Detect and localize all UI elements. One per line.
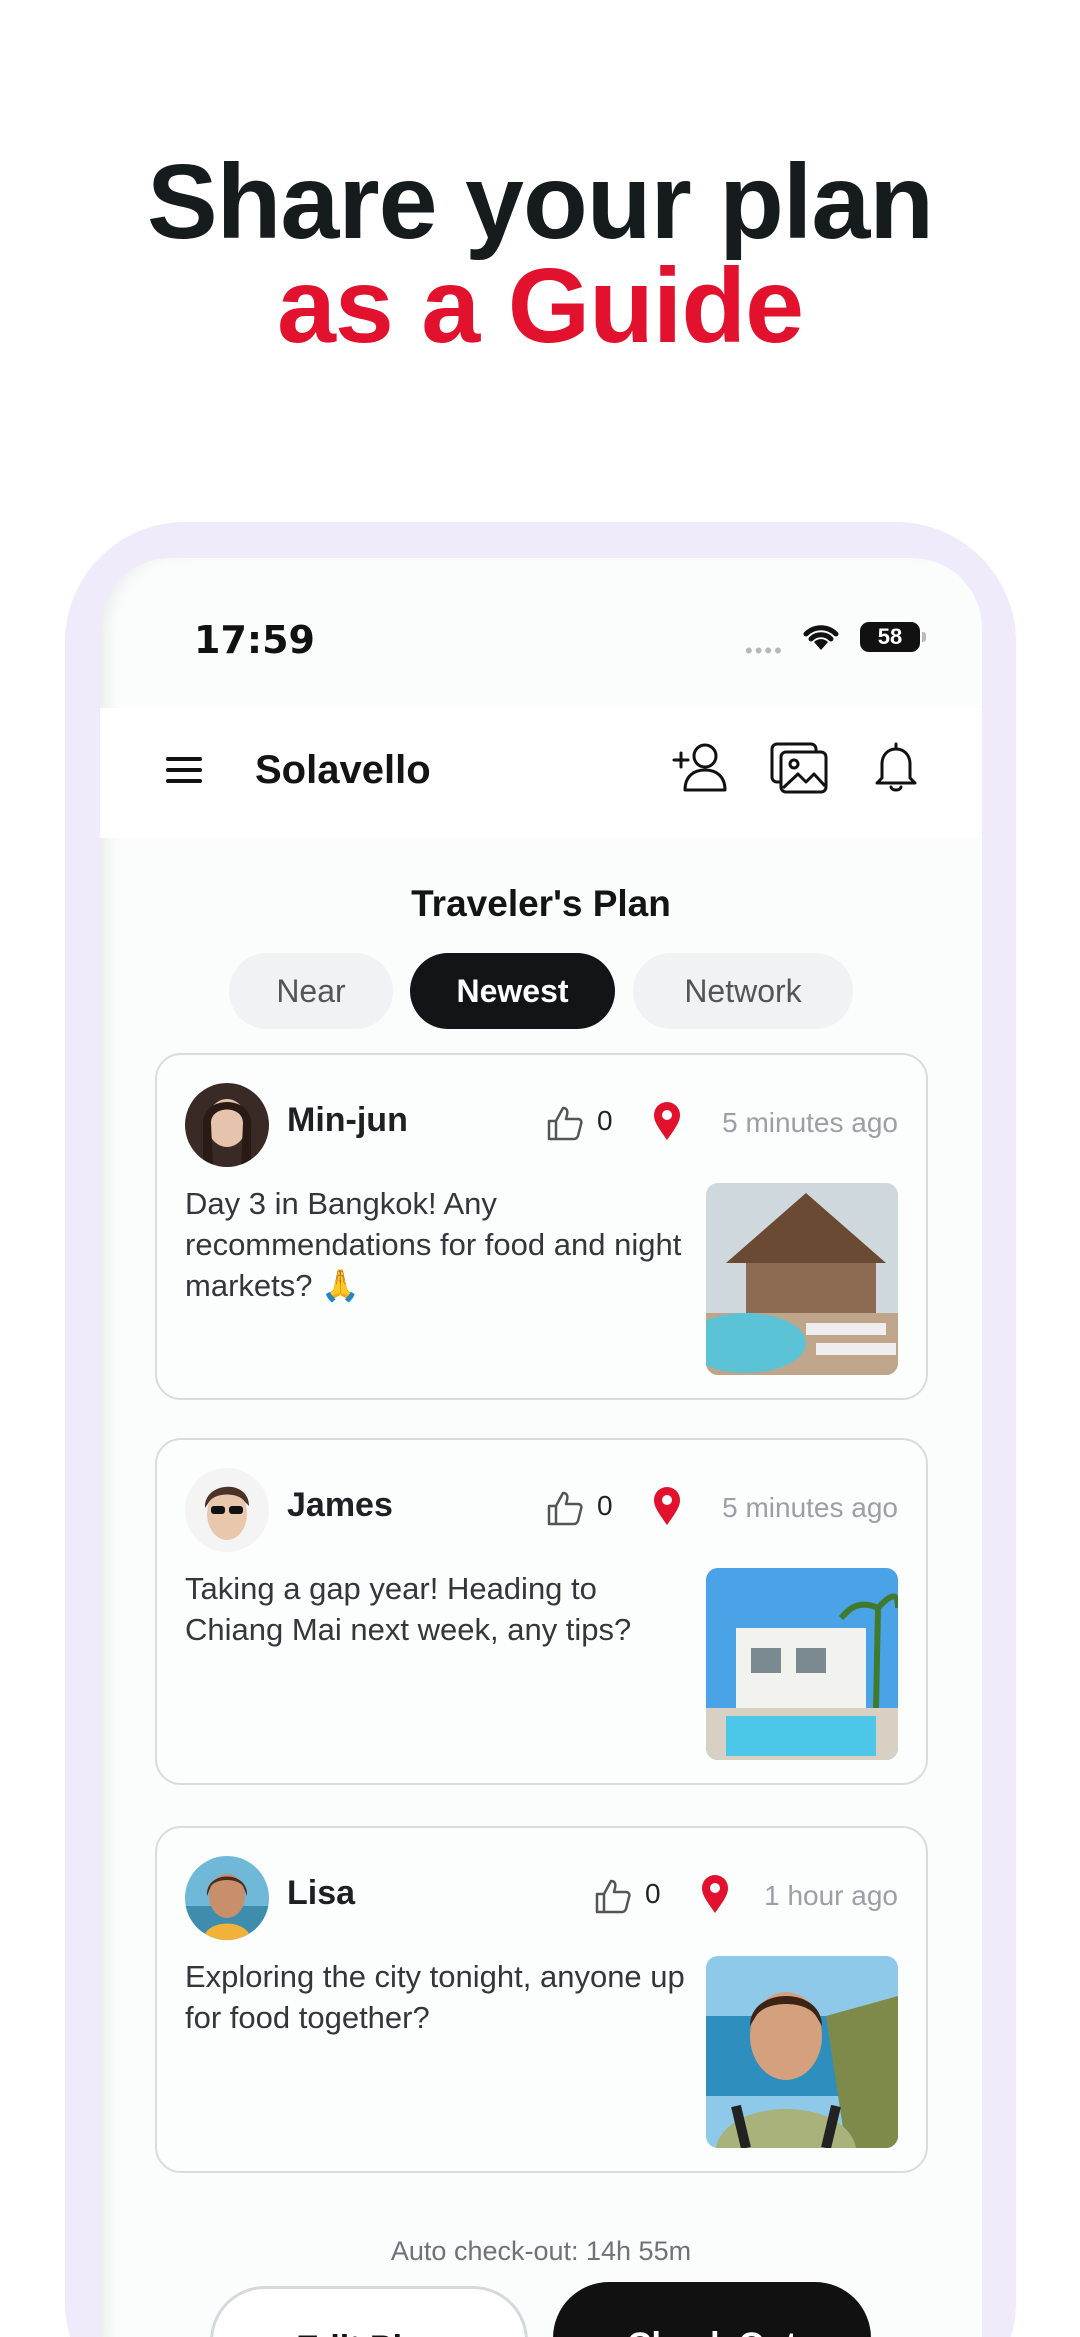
thumbs-up-icon[interactable] [593, 1876, 633, 1916]
app-title: Solavello [255, 748, 431, 792]
post-card[interactable]: Min-jun 0 5 minutes ago Day 3 in Bangkok… [155, 1053, 928, 1400]
avatar[interactable] [185, 1856, 269, 1940]
post-card[interactable]: James 0 5 minutes ago Taking a gap year!… [155, 1438, 928, 1785]
section-title: Traveler's Plan [411, 883, 671, 924]
location-pin-icon[interactable] [652, 1101, 682, 1141]
avatar[interactable] [185, 1083, 269, 1167]
user-name[interactable]: James [287, 1486, 393, 1525]
tab-near[interactable]: Near [229, 953, 393, 1029]
user-name[interactable]: Min-jun [287, 1101, 408, 1140]
thumbs-up-icon[interactable] [545, 1103, 585, 1143]
location-pin-icon[interactable] [700, 1874, 730, 1914]
wifi-icon [803, 625, 839, 650]
add-user-icon[interactable] [670, 736, 732, 798]
post-image[interactable] [706, 1568, 898, 1760]
post-image[interactable] [706, 1956, 898, 2148]
tab-network[interactable]: Network [633, 953, 853, 1029]
gallery-icon[interactable] [768, 736, 830, 798]
filter-tabs: Near Newest Network [100, 953, 982, 1031]
post-card[interactable]: Lisa 0 1 hour ago Exploring the city ton… [155, 1826, 928, 2173]
avatar[interactable] [185, 1468, 269, 1552]
app-bar: Solavello [100, 708, 982, 838]
like-count: 0 [597, 1490, 613, 1521]
headline-line-1: Share your plan [146, 143, 934, 261]
menu-icon[interactable] [162, 748, 206, 792]
auto-checkout-text: Auto check-out: 14h 55m [390, 2236, 692, 2266]
phone-screen: 17:59 •••• 58 Solavello Traveler's Plan … [100, 558, 982, 2337]
post-text: Taking a gap year! Heading to Chiang Mai… [185, 1571, 632, 1647]
post-text: Exploring the city tonight, anyone up fo… [185, 1959, 685, 2035]
edit-plan-button[interactable]: Edit Plan [210, 2286, 528, 2337]
signal-dots-icon: •••• [745, 638, 784, 663]
user-name[interactable]: Lisa [287, 1874, 355, 1913]
bell-icon[interactable] [868, 738, 924, 796]
post-time: 5 minutes ago [722, 1492, 898, 1523]
post-image[interactable] [706, 1183, 898, 1375]
post-time: 5 minutes ago [722, 1107, 898, 1138]
post-text: Day 3 in Bangkok! Any recommendations fo… [185, 1186, 682, 1303]
location-pin-icon[interactable] [652, 1486, 682, 1526]
thumbs-up-icon[interactable] [545, 1488, 585, 1528]
battery-indicator: 58 [860, 622, 926, 652]
check-out-button[interactable]: Check Out [553, 2282, 871, 2337]
post-time: 1 hour ago [764, 1880, 898, 1911]
headline: Share your plan as a Guide [0, 143, 1080, 365]
headline-line-2: as a Guide [276, 247, 804, 365]
status-time: 17:59 [194, 618, 315, 662]
like-count: 0 [645, 1878, 661, 1909]
tab-newest[interactable]: Newest [410, 953, 615, 1029]
like-count: 0 [597, 1105, 613, 1136]
